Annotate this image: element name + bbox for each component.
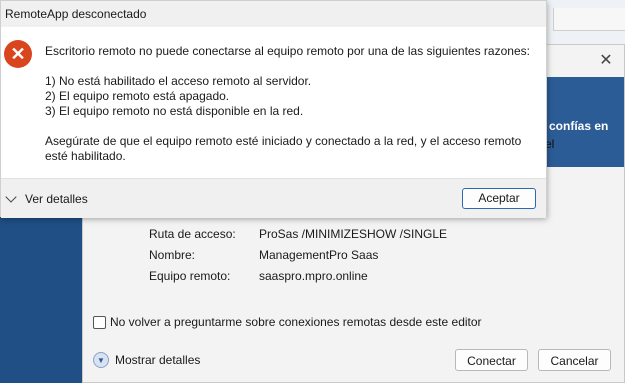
reason-item: 1) No está habilitado el acceso remoto a… — [45, 74, 312, 88]
desktop-background — [545, 0, 625, 46]
dialog-footer: Ver detalles Aceptar — [1, 178, 546, 218]
dialog-titlebar: RemoteApp desconectado — [1, 1, 546, 27]
back-window-footer: ▼ Mostrar detalles Conectar Cancelar — [83, 340, 624, 382]
info-label: Nombre: — [149, 248, 196, 262]
message-outro: Asegúrate de que el equipo remoto esté i… — [45, 134, 522, 163]
show-details-toggle[interactable]: ▼ Mostrar detalles — [93, 352, 200, 368]
error-message: Escritorio remoto no puede conectarse al… — [45, 44, 535, 164]
dont-ask-again-row[interactable]: No volver a preguntarme sobre conexiones… — [93, 315, 482, 329]
chevron-down-icon[interactable]: ▼ — [93, 352, 109, 368]
remoteapp-disconnected-dialog: RemoteApp desconectado ✕ Escritorio remo… — [0, 0, 547, 218]
chevron-down-icon[interactable] — [5, 191, 17, 203]
reason-item: 3) El equipo remoto no está disponible e… — [45, 104, 304, 118]
info-row-remote-computer: Equipo remoto: saaspro.mpro.online — [149, 269, 368, 283]
info-row-name: Nombre: ManagementPro Saas — [149, 248, 378, 262]
info-value: ProSas /MINIMIZESHOW /SINGLE — [259, 227, 448, 241]
view-details-label: Ver detalles — [25, 192, 88, 206]
dont-ask-again-label: No volver a preguntarme sobre conexiones… — [110, 315, 482, 329]
error-icon: ✕ — [4, 40, 32, 68]
info-label: Ruta de acceso: — [149, 227, 236, 241]
message-intro: Escritorio remoto no puede conectarse al… — [45, 44, 530, 58]
info-value: ManagementPro Saas — [259, 248, 379, 262]
dont-ask-again-checkbox[interactable] — [93, 315, 106, 329]
info-label: Equipo remoto: — [149, 269, 231, 283]
dialog-title: RemoteApp desconectado — [5, 7, 147, 21]
ok-button[interactable]: Aceptar — [462, 188, 536, 209]
banner-text: confías en — [549, 119, 609, 133]
show-details-label: Mostrar detalles — [115, 353, 201, 367]
close-icon[interactable]: ✕ — [596, 51, 616, 71]
reason-item: 2) El equipo remoto está apagado. — [45, 89, 230, 103]
info-value: saaspro.mpro.online — [259, 269, 368, 283]
background-window-edge — [553, 8, 625, 31]
cancel-button[interactable]: Cancelar — [538, 349, 611, 371]
info-row-path: Ruta de acceso: ProSas /MINIMIZESHOW /SIN… — [149, 227, 447, 241]
connect-button[interactable]: Conectar — [455, 349, 528, 371]
view-details-toggle[interactable]: Ver detalles — [5, 191, 88, 206]
